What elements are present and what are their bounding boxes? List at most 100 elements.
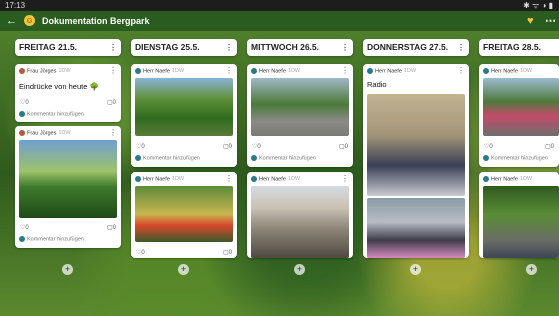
avatar <box>135 176 141 182</box>
post-card[interactable]: Herr Naefe 1DW ⋮ ♡0 ▢0 <box>131 172 237 258</box>
post-card[interactable]: Herr Naefe 1DW ⋮ ♡0 ▢0 Kommentar hinzufüg… <box>131 64 237 167</box>
avatar <box>251 68 257 74</box>
post-photo[interactable] <box>251 186 349 258</box>
status-bar: 17:13 ✱ ᯤ ◑ ▮ <box>0 0 559 11</box>
column-header[interactable]: FREITAG 28.5. ⋮ <box>479 39 559 56</box>
column-dienstag-25: DIENSTAG 25.5. ⋮ <box>131 39 237 56</box>
post-photo[interactable] <box>135 186 233 242</box>
column-header[interactable]: MITTWOCH 26.5. ⋮ <box>247 39 353 56</box>
post-photo[interactable] <box>483 186 559 258</box>
comment-input[interactable]: Kommentar hinzufügen <box>19 111 84 117</box>
column-title: FREITAG 21.5. <box>19 42 77 52</box>
post-card[interactable]: Frau Jörges 1DW ⋮ Eindrücke von heute 🌳 ♡… <box>15 64 121 122</box>
avatar <box>135 155 141 161</box>
avatar <box>251 176 257 182</box>
comment-count[interactable]: ▢0 <box>223 143 232 150</box>
column-title: FREITAG 28.5. <box>483 42 541 52</box>
like-button[interactable]: ♡0 <box>20 224 29 231</box>
post-card[interactable]: Herr Naefe 1DW ♡0 ▢0 Kommentar hinzufügen <box>479 64 559 167</box>
post-menu-icon[interactable]: ⋮ <box>225 174 233 183</box>
post-menu-icon[interactable]: ⋮ <box>457 66 465 75</box>
add-post-button[interactable]: + <box>294 264 305 275</box>
avatar <box>251 155 257 161</box>
post-photo[interactable] <box>19 140 117 218</box>
column-title: DIENSTAG 25.5. <box>135 42 200 52</box>
post-author: Frau Jörges 1DW <box>19 130 71 136</box>
add-post-button[interactable]: + <box>410 264 421 275</box>
heart-icon[interactable]: ♥ <box>527 11 534 31</box>
comment-input[interactable]: Kommentar hinzufügen <box>251 155 316 161</box>
post-author: Frau Jörges 1DW <box>19 68 71 74</box>
comment-input[interactable]: Kommentar hinzufügen <box>135 155 200 161</box>
avatar <box>19 111 25 117</box>
post-text: Eindrücke von heute 🌳 <box>19 82 99 91</box>
column-header[interactable]: DONNERSTAG 27.5. ⋮ <box>363 39 469 56</box>
post-menu-icon[interactable]: ⋮ <box>109 128 117 137</box>
board-title: Dokumentation Bergpark <box>42 16 150 26</box>
post-photo[interactable] <box>483 78 559 136</box>
post-author: Herr Naefe 1DW <box>135 176 184 182</box>
column-freitag-28: FREITAG 28.5. ⋮ <box>479 39 559 56</box>
post-menu-icon[interactable]: ⋮ <box>225 66 233 75</box>
post-text: Radio <box>367 80 387 89</box>
avatar <box>19 236 25 242</box>
comment-count[interactable]: ▢0 <box>223 249 232 256</box>
add-post-button[interactable]: + <box>62 264 73 275</box>
column-title: MITTWOCH 26.5. <box>251 42 320 52</box>
column-menu-icon[interactable]: ⋮ <box>341 39 349 56</box>
post-author: Herr Naefe 1DW <box>483 68 532 74</box>
comment-input[interactable]: Kommentar hinzufügen <box>483 155 548 161</box>
post-card[interactable]: Herr Naefe 1DW <box>479 172 559 258</box>
column-title: DONNERSTAG 27.5. <box>367 42 449 52</box>
comment-count[interactable]: ▢0 <box>339 143 348 150</box>
post-photo[interactable] <box>367 198 465 258</box>
post-photo[interactable] <box>251 78 349 136</box>
post-author: Herr Naefe 1DW <box>251 68 300 74</box>
add-post-button[interactable]: + <box>526 264 537 275</box>
status-time: 17:13 <box>5 1 26 10</box>
more-options-icon[interactable]: ⋯ <box>545 11 556 31</box>
column-header[interactable]: DIENSTAG 25.5. ⋮ <box>131 39 237 56</box>
post-card[interactable]: Herr Naefe 1DW ⋮ ♡0 ▢0 Kommentar hinzufüg… <box>247 64 353 167</box>
post-photo[interactable] <box>367 94 465 196</box>
post-author: Herr Naefe 1DW <box>135 68 184 74</box>
column-menu-icon[interactable]: ⋮ <box>457 39 465 56</box>
column-header[interactable]: FREITAG 21.5. ⋮ <box>15 39 121 56</box>
avatar <box>19 130 25 136</box>
like-button[interactable]: ♡0 <box>20 99 29 106</box>
comment-count[interactable]: ▢0 <box>107 224 116 231</box>
like-button[interactable]: ♡0 <box>252 143 261 150</box>
like-button[interactable]: ♡0 <box>136 249 145 256</box>
column-mittwoch-26: MITTWOCH 26.5. ⋮ <box>247 39 353 56</box>
post-card[interactable]: Herr Naefe 1DW ⋮ <box>247 172 353 258</box>
post-menu-icon[interactable]: ⋮ <box>109 66 117 75</box>
like-button[interactable]: ♡0 <box>136 143 145 150</box>
post-author: Herr Naefe 1DW <box>251 176 300 182</box>
post-card[interactable]: Frau Jörges 1DW ⋮ ♡0 ▢0 Kommentar hinzufü… <box>15 126 121 248</box>
post-photo[interactable] <box>135 78 233 136</box>
comment-count[interactable]: ▢0 <box>107 99 116 106</box>
board-emoji-icon: ☺ <box>24 15 35 26</box>
avatar <box>483 176 489 182</box>
avatar <box>135 68 141 74</box>
column-donnerstag-27: DONNERSTAG 27.5. ⋮ <box>363 39 469 56</box>
post-menu-icon[interactable]: ⋮ <box>341 174 349 183</box>
comment-input[interactable]: Kommentar hinzufügen <box>19 236 84 242</box>
avatar <box>367 68 373 74</box>
post-menu-icon[interactable]: ⋮ <box>341 66 349 75</box>
avatar <box>483 155 489 161</box>
like-button[interactable]: ♡0 <box>484 143 493 150</box>
add-post-button[interactable]: + <box>178 264 189 275</box>
column-freitag-21: FREITAG 21.5. ⋮ <box>15 39 121 56</box>
post-author: Herr Naefe 1DW <box>367 68 416 74</box>
status-icons: ✱ ᯤ ◑ ▮ <box>523 1 553 10</box>
avatar <box>19 68 25 74</box>
post-card[interactable]: Herr Naefe 1DW ⋮ Radio <box>363 64 469 258</box>
column-menu-icon[interactable]: ⋮ <box>109 39 117 56</box>
column-menu-icon[interactable]: ⋮ <box>225 39 233 56</box>
comment-count[interactable]: ▢0 <box>545 143 554 150</box>
post-author: Herr Naefe 1DW <box>483 176 532 182</box>
back-arrow-icon[interactable]: ← <box>6 11 17 31</box>
app-bar: ← ☺ Dokumentation Bergpark ♥ ⋯ <box>0 11 559 31</box>
avatar <box>483 68 489 74</box>
